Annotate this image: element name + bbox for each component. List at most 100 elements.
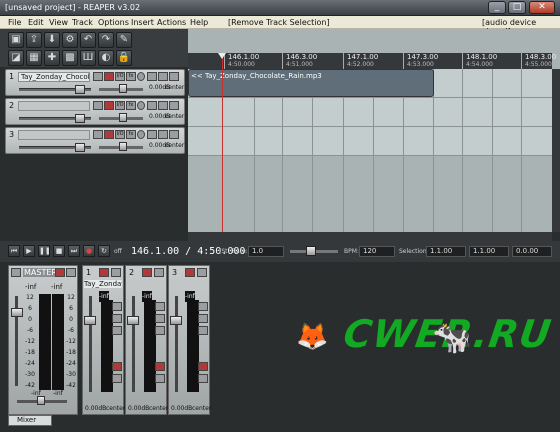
menu-actions[interactable]: Actions xyxy=(157,18,186,27)
strip-record-arm-icon[interactable] xyxy=(112,362,122,371)
folder-icon[interactable] xyxy=(93,72,103,81)
pan-slider[interactable] xyxy=(99,84,143,93)
redo-icon[interactable]: ↷ xyxy=(98,32,114,48)
menu-file[interactable]: File xyxy=(8,18,21,27)
strip-fader[interactable] xyxy=(127,316,139,325)
item-lock-icon[interactable]: ◐ xyxy=(98,50,114,66)
fx-bypass-icon[interactable] xyxy=(169,101,179,110)
volume-knob[interactable] xyxy=(75,85,85,94)
record-icon[interactable]: ● xyxy=(83,245,95,257)
volume-knob[interactable] xyxy=(75,114,85,123)
fx-bypass-icon[interactable] xyxy=(169,130,179,139)
master-mute-icon[interactable] xyxy=(55,268,65,277)
strip-fx-icon[interactable] xyxy=(197,268,207,277)
pause-icon[interactable]: ❚❚ xyxy=(38,245,51,257)
phase-icon[interactable] xyxy=(137,130,145,139)
metronome-icon[interactable]: ✎ xyxy=(116,32,132,48)
minimize-button[interactable]: _ xyxy=(488,1,506,14)
folder-icon[interactable] xyxy=(93,130,103,139)
volume-slider[interactable] xyxy=(19,85,91,94)
pan-knob[interactable] xyxy=(119,84,127,93)
strip-mute-icon[interactable] xyxy=(185,268,195,277)
timeline-ruler[interactable]: 146.1.00 4:50.000 146.3.00 4:51.000 147.1.… xyxy=(188,53,556,69)
master-io-icon[interactable] xyxy=(11,268,21,277)
track-lane-3[interactable] xyxy=(188,127,552,156)
strip-name[interactable]: Tay_Zonday_ xyxy=(84,280,122,288)
master-fader[interactable] xyxy=(11,308,23,317)
solo-icon[interactable] xyxy=(158,130,168,139)
strip-phase-icon[interactable] xyxy=(198,326,208,335)
master-pan-knob[interactable] xyxy=(37,396,45,405)
new-project-icon[interactable]: ▣ xyxy=(8,32,24,48)
mute-icon[interactable] xyxy=(147,101,157,110)
auto-crossfade-icon[interactable]: ▩ xyxy=(62,50,78,66)
rec-mode-label[interactable]: off xyxy=(114,248,122,255)
arrange-view[interactable]: 146.1.00 4:50.000 146.3.00 4:51.000 147.1.… xyxy=(188,29,560,232)
volume-slider[interactable] xyxy=(19,143,91,152)
track-1-panel[interactable]: 1 Tay_Zonday_Chocola I/O fx 0.00dB cente… xyxy=(5,69,185,96)
track-name-field[interactable] xyxy=(18,130,90,140)
record-arm-icon[interactable] xyxy=(104,72,114,81)
strip-fader-track[interactable] xyxy=(175,296,178,392)
menu-edit[interactable]: Edit xyxy=(28,18,44,27)
volume-slider[interactable] xyxy=(19,114,91,123)
phase-icon[interactable] xyxy=(137,101,145,110)
strip-name[interactable] xyxy=(170,280,208,289)
menu-insert[interactable]: Insert xyxy=(131,18,154,27)
master-pan-slider[interactable] xyxy=(17,396,67,405)
strip-fx-insert-icon[interactable] xyxy=(198,314,208,323)
maximize-button[interactable]: □ xyxy=(508,1,526,14)
mute-icon[interactable] xyxy=(147,130,157,139)
fx-button[interactable]: fx xyxy=(126,101,136,110)
undo-icon[interactable]: ↶ xyxy=(80,32,96,48)
mixer-strip-2[interactable]: 2 -inf 0.00dB center xyxy=(125,265,168,415)
solo-icon[interactable] xyxy=(158,72,168,81)
envelopes-icon[interactable]: Ш xyxy=(80,50,96,66)
selection-end-field[interactable]: 1.1.00 xyxy=(469,246,509,257)
grid-icon[interactable]: ◪ xyxy=(8,50,24,66)
menu-options[interactable]: Options xyxy=(98,18,129,27)
strip-fx-insert-icon[interactable] xyxy=(112,314,122,323)
vertical-scrollbar[interactable] xyxy=(552,69,560,232)
strip-io-icon[interactable] xyxy=(155,302,165,311)
pan-slider[interactable] xyxy=(99,142,143,151)
rate-slider[interactable] xyxy=(290,246,338,256)
strip-fx-icon[interactable] xyxy=(111,268,121,277)
folder-icon[interactable] xyxy=(93,101,103,110)
mixer-tab[interactable]: Mixer xyxy=(8,415,52,426)
ripple-icon[interactable]: ✚ xyxy=(44,50,60,66)
selection-length-field[interactable]: 0.0.00 xyxy=(512,246,552,257)
solo-icon[interactable] xyxy=(158,101,168,110)
volume-knob[interactable] xyxy=(75,143,85,152)
fx-button[interactable]: fx xyxy=(126,72,136,81)
io-button[interactable]: I/O xyxy=(115,130,125,139)
strip-record-arm-icon[interactable] xyxy=(155,362,165,371)
lock-icon[interactable]: 🔒 xyxy=(116,50,132,66)
go-to-end-icon[interactable]: ⏭ xyxy=(68,245,80,257)
strip-record-arm-icon[interactable] xyxy=(198,362,208,371)
selection-start-field[interactable]: 1.1.00 xyxy=(426,246,466,257)
pan-slider[interactable] xyxy=(99,113,143,122)
strip-name[interactable] xyxy=(127,280,165,289)
mute-icon[interactable] xyxy=(147,72,157,81)
menu-help[interactable]: Help xyxy=(190,18,208,27)
bpm-field[interactable]: 120 xyxy=(359,246,395,257)
project-settings-icon[interactable]: ⚙ xyxy=(62,32,78,48)
strip-fader-track[interactable] xyxy=(89,296,92,392)
mixer-strip-3[interactable]: 3 -inf 0.00dB center xyxy=(168,265,211,415)
strip-mute-icon[interactable] xyxy=(142,268,152,277)
strip-fx-icon[interactable] xyxy=(154,268,164,277)
track-lane-2[interactable] xyxy=(188,98,552,127)
menu-view[interactable]: View xyxy=(49,18,68,27)
fx-button[interactable]: fx xyxy=(126,130,136,139)
pan-knob[interactable] xyxy=(119,113,127,122)
horizontal-scrollbar[interactable] xyxy=(188,232,552,241)
rate-knob[interactable] xyxy=(306,246,316,256)
strip-fader[interactable] xyxy=(170,316,182,325)
strip-phase-icon[interactable] xyxy=(155,326,165,335)
phase-icon[interactable] xyxy=(137,72,145,81)
media-item[interactable]: << Tay_Zonday_Chocolate_Rain.mp3 xyxy=(188,69,434,97)
strip-mute-icon[interactable] xyxy=(99,268,109,277)
snap-icon[interactable]: ▦ xyxy=(26,50,42,66)
strip-monitor-icon[interactable] xyxy=(155,374,165,383)
